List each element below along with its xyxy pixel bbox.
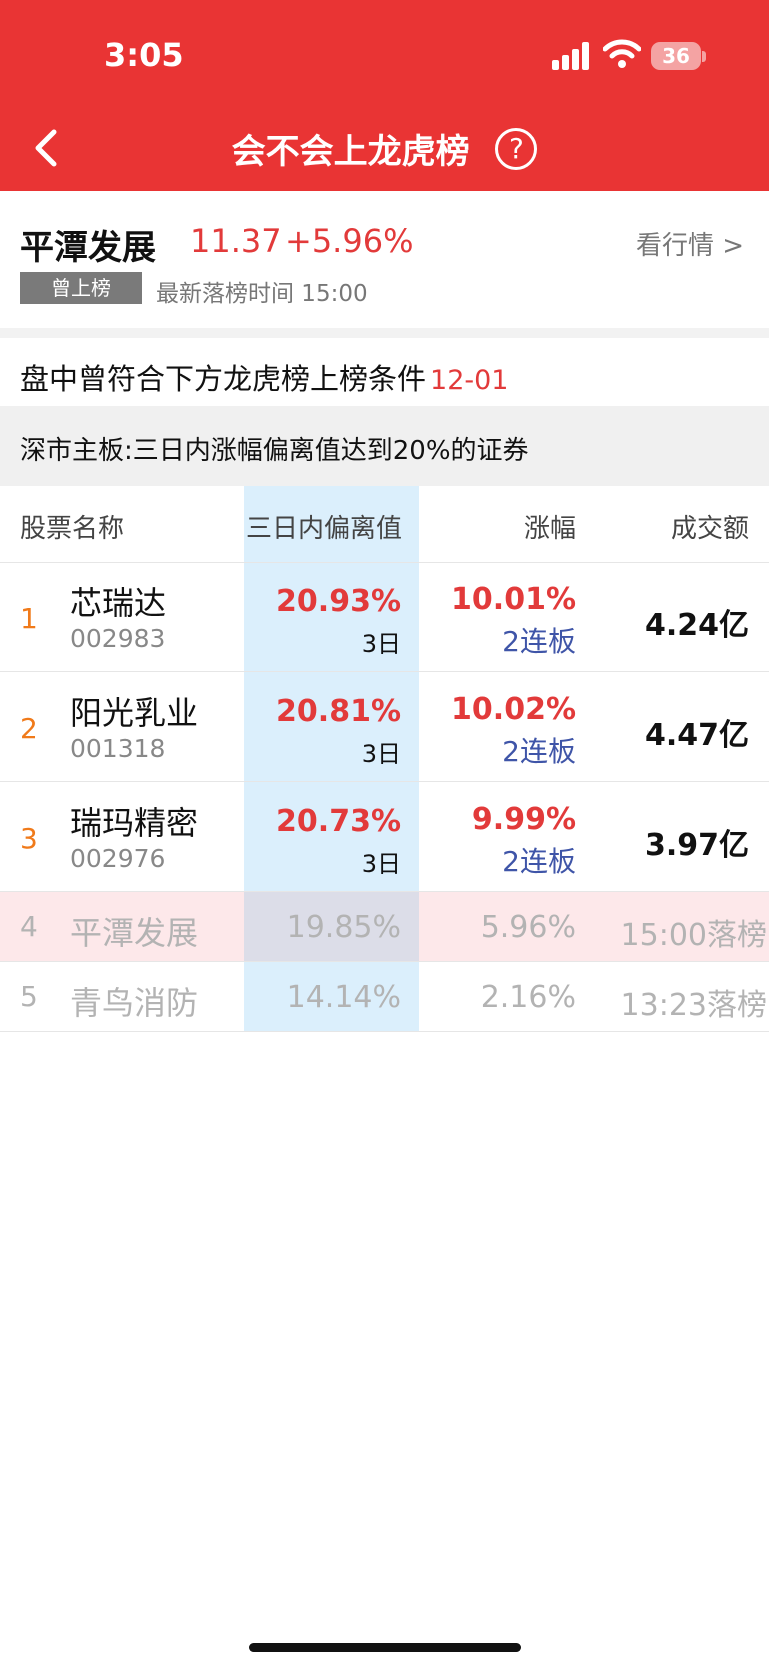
- row-stock-name[interactable]: 青鸟消防: [70, 978, 198, 1024]
- app-header: 3:05 36 会不会上龙虎榜 ?: [0, 0, 769, 191]
- row-rank: 2: [20, 712, 38, 745]
- view-quote-link[interactable]: 看行情 >: [636, 225, 744, 262]
- row-rank: 1: [20, 602, 38, 635]
- row-rank: 3: [20, 822, 38, 855]
- table-row[interactable]: 3 瑞玛精密 002976 20.73% 3日 9.99% 2连板 3.97亿: [0, 782, 769, 892]
- row-deviation: 20.93%: [276, 584, 401, 619]
- row-deviation: 19.85%: [286, 910, 401, 945]
- row-change: 2.16%: [480, 980, 576, 1015]
- status-time: 3:05: [104, 36, 184, 74]
- table-row[interactable]: 5 青鸟消防 14.14% 2.16% 13:23落榜: [0, 962, 769, 1032]
- page-title-wrap: 会不会上龙虎榜 ?: [0, 124, 769, 173]
- row-deviation: 20.73%: [276, 804, 401, 839]
- cellular-signal-icon: [552, 42, 589, 70]
- row-stock-name[interactable]: 芯瑞达: [70, 578, 166, 624]
- row-change: 10.02%: [451, 692, 576, 727]
- header-change[interactable]: 涨幅: [524, 508, 576, 545]
- row-stock-name[interactable]: 瑞玛精密: [70, 798, 198, 844]
- row-amount: 4.24亿: [644, 608, 749, 643]
- header-deviation[interactable]: 三日内偏离值: [246, 508, 402, 545]
- header-amount[interactable]: 成交额: [671, 508, 749, 545]
- row-stock-name[interactable]: 阳光乳业: [70, 688, 198, 734]
- row-amount: 3.97亿: [644, 828, 749, 863]
- table-row-current-stock[interactable]: 4 平潭发展 19.85% 5.96% 15:00落榜: [0, 892, 769, 962]
- wifi-icon: [603, 39, 641, 68]
- row-off-list-time: 13:23落榜: [620, 988, 767, 1023]
- table-header: 股票名称 三日内偏离值 涨幅 成交额: [0, 486, 769, 563]
- rule-text: 深市主板:三日内涨幅偏离值达到20%的证券: [20, 436, 529, 466]
- condition-date: 12-01: [430, 365, 509, 396]
- row-deviation: 20.81%: [276, 694, 401, 729]
- battery-icon: 36: [651, 42, 701, 70]
- row-days: 3日: [361, 630, 401, 658]
- condition-title-text: 盘中曾符合下方龙虎榜上榜条件: [20, 362, 427, 396]
- row-days: 3日: [361, 850, 401, 878]
- battery-level: 36: [662, 44, 690, 68]
- battery-cap: [702, 51, 706, 62]
- section-divider: [0, 328, 769, 338]
- table-row[interactable]: 1 芯瑞达 002983 20.93% 3日 10.01% 2连板 4.24亿: [0, 562, 769, 672]
- stock-price: 11.37: [190, 222, 282, 260]
- latest-off-list-time: 最新落榜时间 15:00: [156, 281, 368, 307]
- page-title: 会不会上龙虎榜: [231, 132, 470, 172]
- rule-box: 深市主板:三日内涨幅偏离值达到20%的证券: [0, 406, 769, 486]
- row-rank: 4: [20, 910, 38, 943]
- home-indicator[interactable]: [249, 1643, 521, 1652]
- stock-change: +5.96%: [285, 222, 414, 260]
- row-stock-code: 001318: [70, 734, 166, 763]
- row-days: 3日: [361, 740, 401, 768]
- row-change: 10.01%: [451, 582, 576, 617]
- row-rank: 5: [20, 980, 38, 1013]
- row-streak: 2连板: [502, 625, 576, 658]
- row-change: 5.96%: [480, 910, 576, 945]
- row-deviation: 14.14%: [286, 980, 401, 1015]
- row-stock-code: 002983: [70, 624, 166, 653]
- help-icon[interactable]: ?: [495, 127, 538, 170]
- condition-title: 盘中曾符合下方龙虎榜上榜条件 12-01: [20, 356, 508, 398]
- row-stock-name[interactable]: 平潭发展: [70, 908, 198, 954]
- header-stock-name[interactable]: 股票名称: [20, 508, 124, 545]
- row-streak: 2连板: [502, 845, 576, 878]
- row-amount: 4.47亿: [644, 718, 749, 753]
- row-stock-code: 002976: [70, 844, 166, 873]
- row-streak: 2连板: [502, 735, 576, 768]
- status-badge: 曾上榜: [20, 272, 142, 304]
- row-off-list-time: 15:00落榜: [620, 918, 767, 953]
- row-change: 9.99%: [471, 802, 576, 837]
- stock-name: 平潭发展: [20, 228, 156, 268]
- table-row[interactable]: 2 阳光乳业 001318 20.81% 3日 10.02% 2连板 4.47亿: [0, 672, 769, 782]
